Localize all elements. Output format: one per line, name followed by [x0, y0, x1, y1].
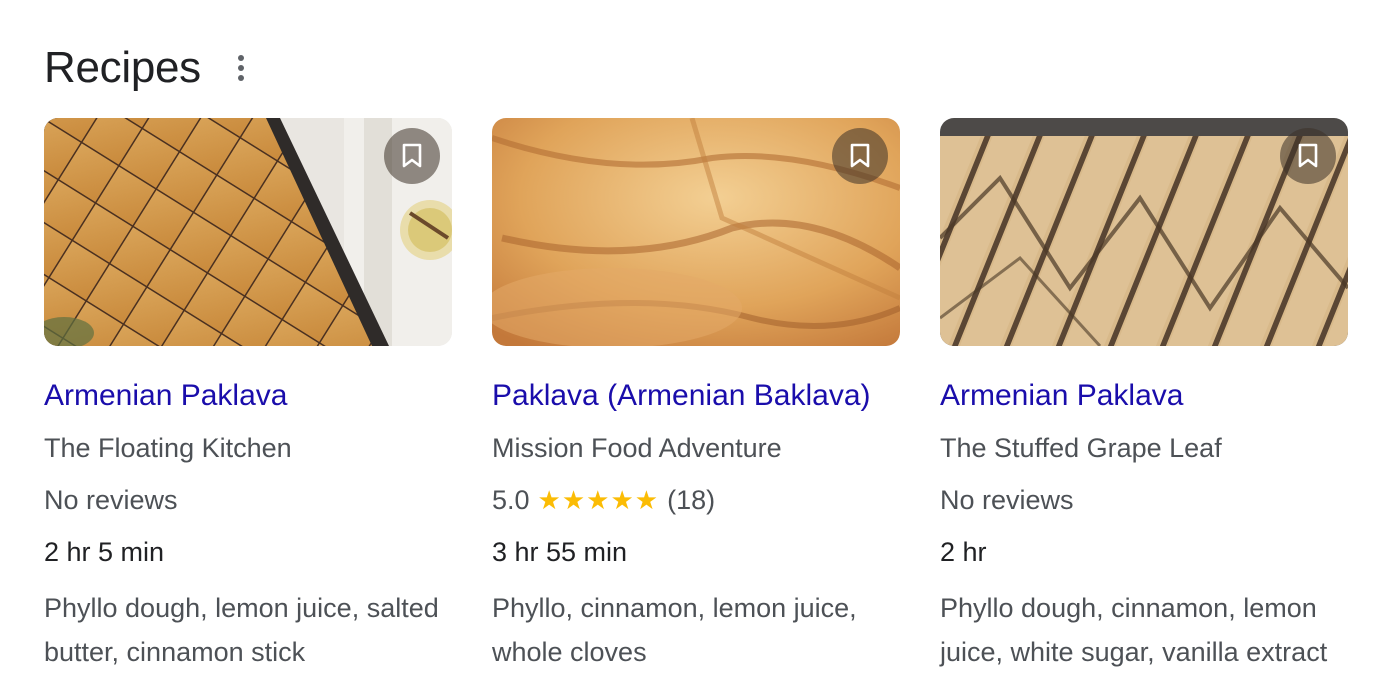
recipe-reviews: 5.0 ★★★★★ (18): [492, 482, 900, 518]
reviews-text: No reviews: [44, 485, 178, 515]
recipe-card[interactable]: Armenian Paklava The Floating Kitchen No…: [44, 118, 452, 674]
bookmark-icon: [850, 143, 870, 168]
section-header: Recipes: [44, 38, 251, 98]
recipe-title-link[interactable]: Armenian Paklava: [940, 378, 1348, 414]
reviews-text: No reviews: [940, 485, 1074, 515]
save-recipe-button[interactable]: [832, 128, 888, 184]
recipe-card[interactable]: Paklava (Armenian Baklava) Mission Food …: [492, 118, 900, 674]
bookmark-icon: [1298, 143, 1318, 168]
recipe-title-link[interactable]: Armenian Paklava: [44, 378, 452, 414]
rating-value: 5.0: [492, 485, 530, 515]
recipe-source: The Floating Kitchen: [44, 433, 292, 463]
star-rating-icon: ★★★★★: [537, 485, 660, 515]
recipe-time: 3 hr 55 min: [492, 537, 628, 567]
recipe-ingredients: Phyllo, cinnamon, lemon juice, whole clo…: [492, 593, 857, 667]
recipe-ingredients: Phyllo dough, lemon juice, salted butter…: [44, 593, 439, 667]
more-options-icon[interactable]: [231, 48, 251, 88]
recipe-card[interactable]: Armenian Paklava The Stuffed Grape Leaf …: [940, 118, 1348, 674]
recipe-image[interactable]: [44, 118, 452, 346]
recipe-time: 2 hr 5 min: [44, 537, 165, 567]
recipe-source: Mission Food Adventure: [492, 433, 782, 463]
bookmark-icon: [402, 143, 422, 168]
recipe-time: 2 hr: [940, 537, 987, 567]
rating-count: (18): [667, 485, 716, 515]
recipes-section: Recipes Armenian Paklava The Floating Ki…: [0, 0, 1388, 696]
save-recipe-button[interactable]: [384, 128, 440, 184]
recipe-reviews: No reviews: [940, 482, 1348, 518]
recipe-image[interactable]: [940, 118, 1348, 346]
section-title: Recipes: [44, 43, 201, 92]
recipe-reviews: No reviews: [44, 482, 452, 518]
recipe-source: The Stuffed Grape Leaf: [940, 433, 1222, 463]
recipe-ingredients: Phyllo dough, cinnamon, lemon juice, whi…: [940, 593, 1328, 667]
recipe-cards: Armenian Paklava The Floating Kitchen No…: [44, 118, 1348, 674]
recipe-title-link[interactable]: Paklava (Armenian Baklava): [492, 378, 900, 414]
save-recipe-button[interactable]: [1280, 128, 1336, 184]
recipe-image[interactable]: [492, 118, 900, 346]
